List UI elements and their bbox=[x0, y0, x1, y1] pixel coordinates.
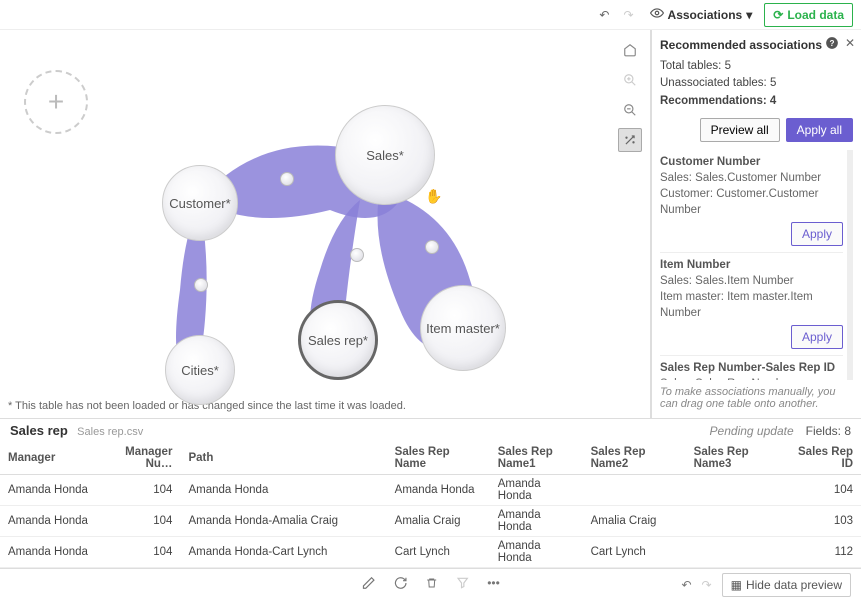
rec-line: Sales: Sales Rep Number bbox=[660, 376, 843, 380]
rec-title: Customer Number bbox=[660, 156, 843, 168]
home-icon[interactable] bbox=[618, 38, 642, 62]
association-joint[interactable] bbox=[425, 240, 439, 254]
rec-title: Item Number bbox=[660, 259, 843, 271]
column-header[interactable]: Sales Rep Name1 bbox=[490, 442, 583, 475]
table-bubble-customer[interactable]: Customer* bbox=[162, 165, 238, 241]
help-icon[interactable]: ? bbox=[825, 36, 839, 53]
column-header[interactable]: Manager Nu… bbox=[103, 442, 180, 475]
table-row[interactable]: Amanda Honda104Amanda Honda-Cart LynchCa… bbox=[0, 537, 861, 568]
top-toolbar: ↶ ↷ Associations ▾ ⟳ Load data bbox=[0, 0, 861, 30]
close-icon[interactable]: ✕ bbox=[845, 36, 855, 53]
column-header[interactable]: Sales Rep Name2 bbox=[583, 442, 686, 475]
column-header[interactable]: Sales Rep ID bbox=[789, 442, 861, 475]
preview-header: Sales rep Sales rep.csv Pending update F… bbox=[0, 418, 861, 442]
table-row[interactable]: Amanda Honda104Amanda HondaAmanda HondaA… bbox=[0, 475, 861, 506]
load-label: Load data bbox=[787, 8, 844, 22]
eye-icon bbox=[650, 6, 664, 23]
refresh-icon[interactable] bbox=[393, 576, 407, 593]
zoom-in-icon[interactable] bbox=[618, 68, 642, 92]
undo-icon[interactable]: ↶ bbox=[595, 6, 613, 24]
chevron-down-icon: ▾ bbox=[746, 8, 752, 22]
view-label: Associations bbox=[668, 8, 743, 22]
more-icon[interactable]: ••• bbox=[487, 576, 500, 593]
column-header[interactable]: Path bbox=[180, 442, 386, 475]
recommendation-card: Customer Number Sales: Sales.Customer Nu… bbox=[660, 150, 843, 253]
preview-grid: ManagerManager Nu…PathSales Rep NameSale… bbox=[0, 442, 861, 570]
column-header[interactable]: Sales Rep Name bbox=[387, 442, 490, 475]
column-header[interactable]: Sales Rep Name3 bbox=[686, 442, 789, 475]
panel-summary: Total tables: 5 Unassociated tables: 5 R… bbox=[660, 58, 853, 110]
association-joint[interactable] bbox=[350, 248, 364, 262]
column-header[interactable]: Manager bbox=[0, 442, 103, 475]
apply-button[interactable]: Apply bbox=[791, 325, 843, 349]
svg-text:?: ? bbox=[829, 39, 834, 48]
delete-icon[interactable] bbox=[425, 576, 437, 593]
rec-title: Sales Rep Number-Sales Rep ID bbox=[660, 362, 843, 374]
grab-cursor-icon: ✋ bbox=[425, 188, 442, 205]
canvas-toolbar bbox=[618, 38, 642, 152]
recommendations-panel: ? ✕ Recommended associations Total table… bbox=[651, 30, 861, 418]
table-bubble-itemmaster[interactable]: Item master* bbox=[420, 285, 506, 371]
zoom-out-icon[interactable] bbox=[618, 98, 642, 122]
preview-table-name: Sales rep bbox=[10, 423, 68, 438]
redo-footer-icon: ↷ bbox=[702, 578, 712, 592]
table-row[interactable]: Amanda Honda104Amanda Honda-Amalia Craig… bbox=[0, 506, 861, 537]
magic-wand-icon[interactable] bbox=[618, 128, 642, 152]
reload-icon: ⟳ bbox=[773, 8, 783, 22]
apply-button[interactable]: Apply bbox=[791, 222, 843, 246]
filter-icon bbox=[455, 576, 469, 593]
rec-line: Sales: Sales.Item Number bbox=[660, 273, 843, 289]
hide-preview-button[interactable]: ▦ Hide data preview bbox=[722, 573, 851, 597]
recommendation-card: Sales Rep Number-Sales Rep ID Sales: Sal… bbox=[660, 356, 843, 380]
pending-label: Pending update bbox=[710, 424, 794, 438]
rec-line: Customer: Customer.Customer Number bbox=[660, 186, 843, 218]
table-bubble-sales[interactable]: Sales* bbox=[335, 105, 435, 205]
association-joint[interactable] bbox=[194, 278, 208, 292]
preview-all-button[interactable]: Preview all bbox=[700, 118, 780, 142]
load-data-button[interactable]: ⟳ Load data bbox=[764, 3, 853, 27]
apply-all-button[interactable]: Apply all bbox=[786, 118, 853, 142]
recommendation-list: Customer Number Sales: Sales.Customer Nu… bbox=[660, 150, 853, 380]
panel-hint: To make associations manually, you can d… bbox=[660, 386, 853, 410]
redo-icon: ↷ bbox=[619, 6, 637, 24]
table-bubble-salesrep[interactable]: Sales rep* bbox=[298, 300, 378, 380]
undo-footer-icon[interactable]: ↶ bbox=[681, 578, 691, 592]
association-canvas[interactable]: + Sales* Customer* Cities* Sales rep* It… bbox=[0, 30, 651, 418]
recommendation-card: Item Number Sales: Sales.Item Number Ite… bbox=[660, 253, 843, 356]
association-joint[interactable] bbox=[280, 172, 294, 186]
table-icon: ▦ bbox=[731, 578, 742, 592]
rec-line: Sales: Sales.Customer Number bbox=[660, 170, 843, 186]
table-bubble-cities[interactable]: Cities* bbox=[165, 335, 235, 405]
bottom-toolbar: ••• ↶ ↷ ▦ Hide data preview bbox=[0, 568, 861, 600]
rec-line: Item master: Item master.Item Number bbox=[660, 289, 843, 321]
view-dropdown[interactable]: Associations ▾ bbox=[644, 4, 759, 25]
edit-icon[interactable] bbox=[361, 576, 375, 593]
preview-file-name: Sales rep.csv bbox=[77, 426, 143, 438]
